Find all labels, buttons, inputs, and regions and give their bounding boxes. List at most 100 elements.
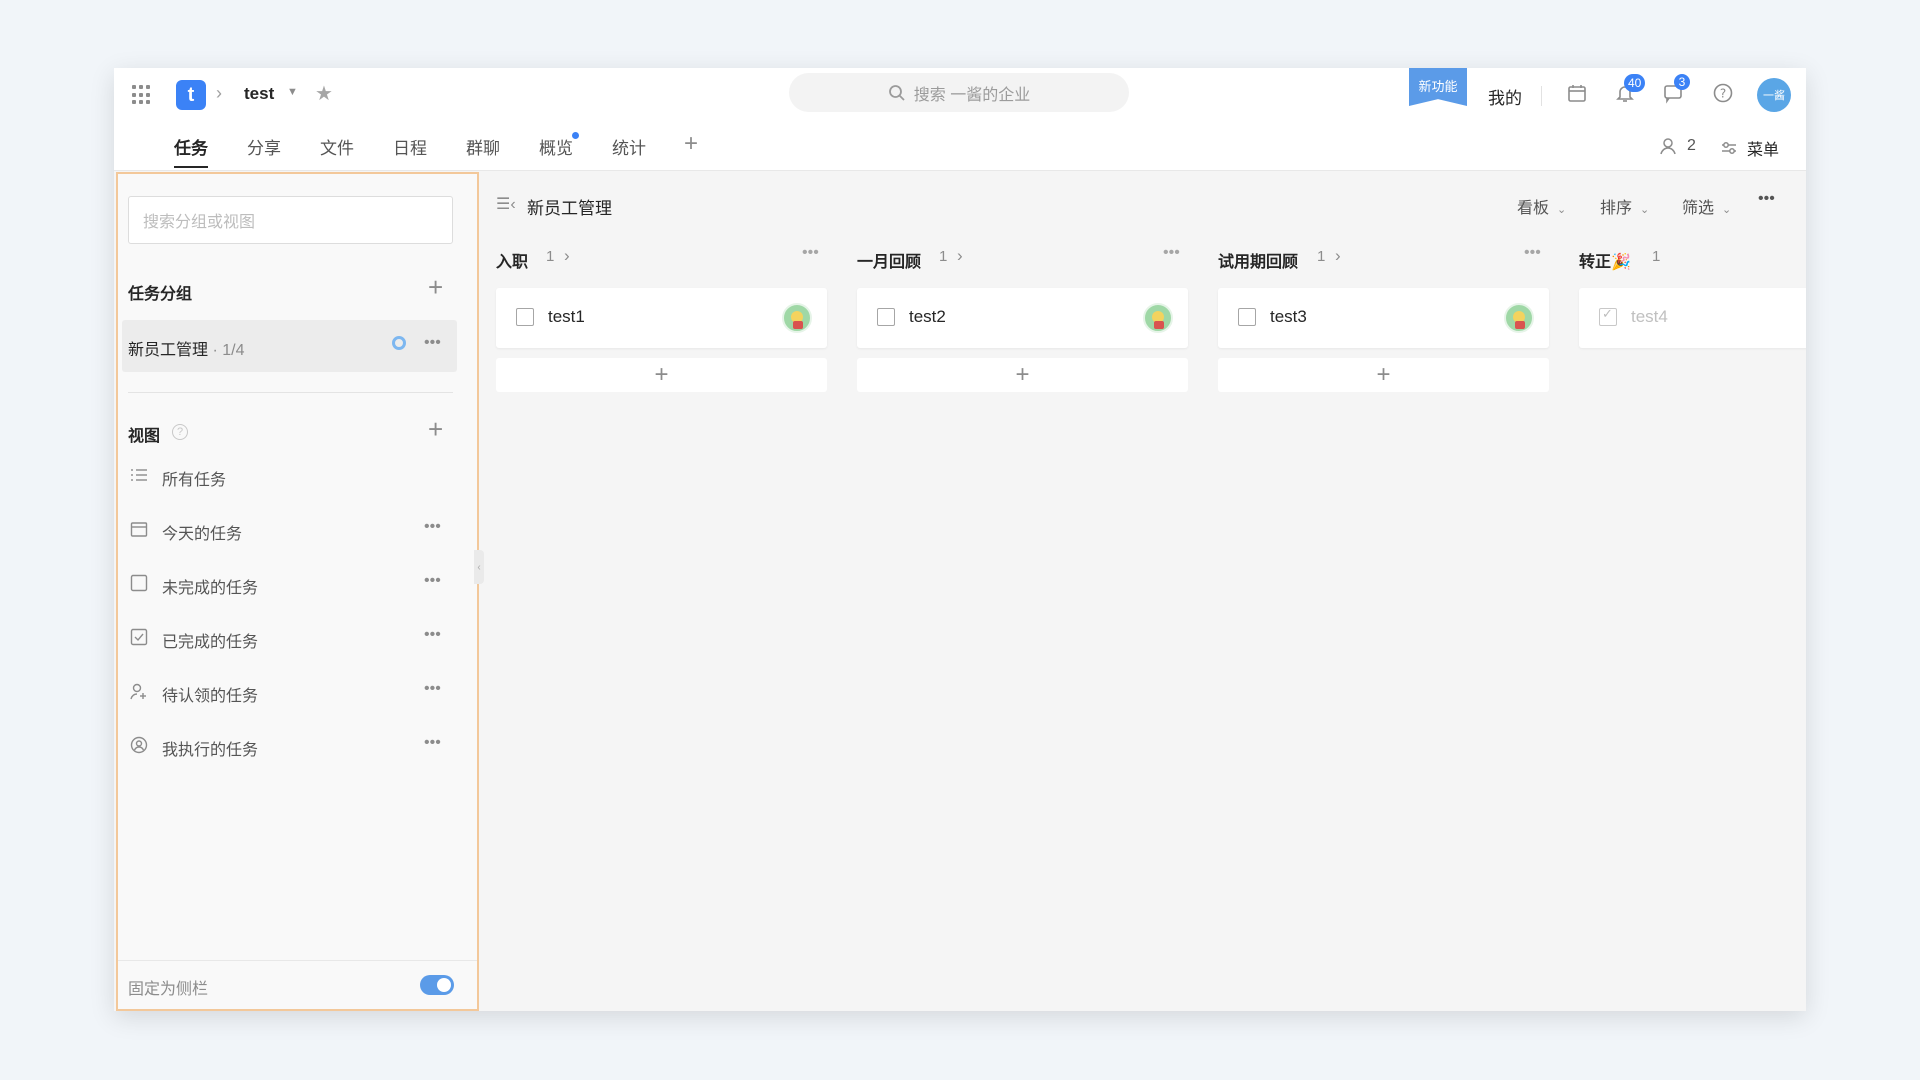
user-avatar[interactable]: 一酱 [1757, 78, 1791, 112]
more-icon[interactable]: ••• [424, 334, 441, 352]
column-count: 1 [939, 248, 948, 265]
task-card[interactable]: test4 [1579, 288, 1806, 348]
message-badge: 3 [1674, 74, 1690, 90]
group-item-new-employee[interactable]: 新员工管理 · 1/4 ••• [122, 320, 457, 372]
project-logo[interactable]: t [176, 80, 206, 110]
members-button[interactable]: 2 [1659, 136, 1696, 156]
user-add-icon [130, 683, 146, 700]
settings-sliders-icon [1722, 142, 1736, 154]
view-item-today[interactable]: 今天的任务 ••• [128, 510, 458, 550]
members-icon [1660, 138, 1676, 155]
task-checkbox[interactable] [877, 308, 895, 326]
top-bar: t › test ▼ ★ 搜索 一酱的企业 新功能 我的 40 3 ? 一酱 [114, 68, 1806, 123]
group-label: 新员工管理 · 1/4 [128, 336, 244, 360]
global-search[interactable]: 搜索 一酱的企业 [789, 73, 1129, 112]
column-count: 1 [546, 248, 555, 265]
task-title: test2 [909, 307, 946, 326]
pin-sidebar-toggle[interactable] [420, 975, 454, 995]
divider [128, 392, 453, 393]
checkbox-checked-icon [130, 628, 148, 646]
add-task-button[interactable]: + [1218, 358, 1549, 392]
new-dot [572, 132, 579, 139]
view-label: 所有任务 [162, 472, 227, 489]
task-checkbox[interactable] [516, 308, 534, 326]
task-title: test4 [1631, 307, 1668, 326]
chevron-right-icon: › [216, 83, 222, 103]
add-group-button[interactable]: + [428, 274, 443, 300]
menu-label: 菜单 [1747, 142, 1780, 159]
column-header: 一月回顾 1 › ••• [857, 244, 1192, 272]
chevron-right-icon[interactable]: › [1335, 246, 1341, 266]
message-icon[interactable]: 3 [1662, 74, 1690, 106]
help-icon[interactable]: ? [172, 424, 188, 440]
mine-link[interactable]: 我的 [1488, 84, 1522, 109]
tab-statistics[interactable]: 统计 [612, 134, 646, 159]
more-icon[interactable]: ••• [1163, 244, 1180, 262]
add-task-button[interactable]: + [857, 358, 1188, 392]
more-icon[interactable]: ••• [424, 518, 441, 536]
view-item-unfinished[interactable]: 未完成的任务 ••• [128, 564, 458, 604]
chevron-right-icon[interactable]: › [564, 246, 570, 266]
more-icon[interactable]: ••• [424, 572, 441, 590]
more-icon[interactable]: ••• [802, 244, 819, 262]
group-name: 新员工管理 [128, 342, 209, 359]
sort-dropdown[interactable]: 排序 ⌄ [1600, 194, 1649, 218]
more-icon[interactable]: ••• [424, 734, 441, 752]
bell-icon[interactable]: 40 [1614, 74, 1646, 106]
view-item-all-tasks[interactable]: 所有任务 [128, 456, 458, 496]
notification-badge: 40 [1624, 74, 1646, 92]
task-card[interactable]: test1 [496, 288, 827, 348]
calendar-icon[interactable] [1566, 82, 1590, 106]
view-item-finished[interactable]: 已完成的任务 ••• [128, 618, 458, 658]
view-item-my-executing[interactable]: 我执行的任务 ••• [128, 726, 458, 766]
more-icon[interactable]: ••• [1524, 244, 1541, 262]
caret-down-icon[interactable]: ▼ [287, 86, 298, 98]
new-feature-ribbon[interactable]: 新功能 [1409, 68, 1467, 106]
board-title: 新员工管理 [527, 199, 612, 218]
collapse-list-icon[interactable]: ☰‹ [496, 194, 516, 214]
pin-sidebar-label: 固定为侧栏 [128, 981, 209, 998]
more-icon[interactable]: ••• [424, 680, 441, 698]
view-label: 我执行的任务 [162, 742, 259, 759]
more-icon[interactable]: ••• [424, 626, 441, 644]
view-label: 已完成的任务 [162, 634, 259, 651]
tab-bar: 任务 分享 文件 日程 群聊 概览 统计 + 2 菜单 [114, 122, 1806, 171]
assignee-avatar[interactable] [1143, 303, 1173, 333]
menu-button[interactable]: 菜单 [1719, 136, 1779, 160]
chevron-down-icon: ⌄ [1557, 204, 1567, 216]
app-window: t › test ▼ ★ 搜索 一酱的企业 新功能 我的 40 3 ? 一酱 任… [114, 68, 1806, 1011]
sidebar-search-input[interactable]: 搜索分组或视图 [128, 196, 453, 244]
add-task-button[interactable]: + [496, 358, 827, 392]
chevron-right-icon[interactable]: › [957, 246, 963, 266]
assignee-avatar[interactable] [1504, 303, 1534, 333]
tab-schedule[interactable]: 日程 [393, 134, 427, 159]
view-item-unclaimed[interactable]: 待认领的任务 ••• [128, 672, 458, 712]
calendar-icon [130, 522, 148, 537]
assignee-avatar[interactable] [782, 303, 812, 333]
column-count: 1 [1652, 248, 1661, 265]
task-checkbox-checked[interactable] [1599, 306, 1617, 326]
tab-overview[interactable]: 概览 [539, 132, 579, 159]
collapse-sidebar-handle[interactable]: ‹ [474, 550, 484, 584]
task-checkbox[interactable] [1238, 308, 1256, 326]
members-count: 2 [1687, 137, 1696, 154]
add-tab-button[interactable]: + [684, 130, 698, 158]
divider [1541, 86, 1542, 106]
view-mode-dropdown[interactable]: 看板 ⌄ [1517, 194, 1566, 218]
tab-share[interactable]: 分享 [247, 134, 281, 159]
chevron-down-icon: ⌄ [1640, 204, 1650, 216]
task-card[interactable]: test2 [857, 288, 1188, 348]
tab-tasks[interactable]: 任务 [174, 134, 208, 168]
search-placeholder: 搜索 一酱的企业 [913, 86, 1031, 104]
add-view-button[interactable]: + [428, 416, 443, 442]
project-name[interactable]: test [244, 84, 274, 104]
more-icon[interactable]: ••• [1758, 190, 1775, 208]
tab-group-chat[interactable]: 群聊 [466, 134, 500, 159]
help-icon[interactable]: ? [1712, 82, 1736, 106]
column-title: 入职 [496, 254, 529, 271]
task-card[interactable]: test3 [1218, 288, 1549, 348]
tab-files[interactable]: 文件 [320, 134, 354, 159]
filter-dropdown[interactable]: 筛选 ⌄ [1682, 194, 1731, 218]
apps-grid-icon[interactable] [132, 85, 152, 105]
star-icon[interactable]: ★ [315, 81, 333, 106]
